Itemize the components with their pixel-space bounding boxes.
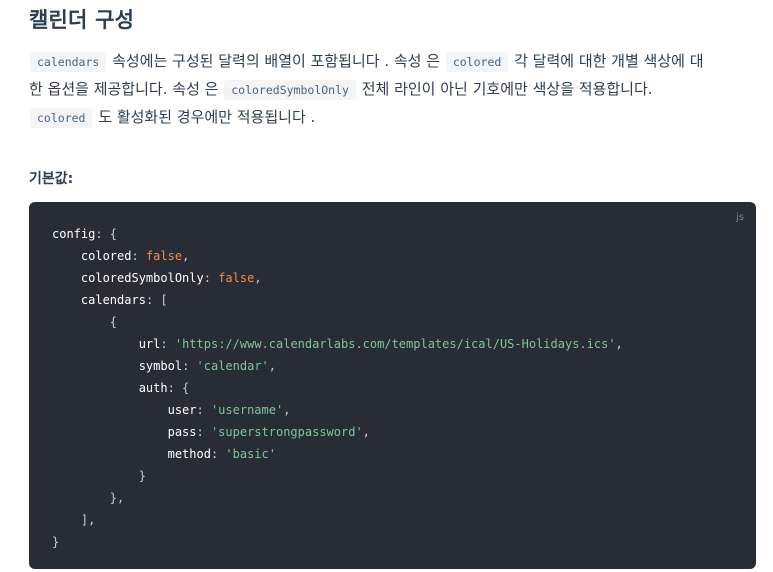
- paragraph-text: 각 달력에 대한 개별 색상에 대: [514, 52, 704, 70]
- default-value-heading: 기본값:: [29, 171, 74, 187]
- paragraph-text: 한 옵션을 제공합니다. 속성 은: [29, 80, 219, 98]
- paragraph-text: 속성에는 구성된 달력의 배열이 포함됩니다 . 속성 은: [112, 52, 441, 70]
- inline-code-colored-symbol-only: coloredSymbolOnly: [224, 80, 356, 100]
- code-block: js config: { colored: false, coloredSymb…: [29, 202, 756, 569]
- language-label: js: [736, 212, 744, 223]
- paragraph-line-3: colored 도 활성화된 경우에만 적용됩니다 .: [29, 104, 764, 132]
- paragraph-text: 전체 라인이 아닌 기호에만 색상을 적용합니다.: [361, 80, 653, 98]
- inline-code-colored: colored: [30, 108, 93, 128]
- inline-code-calendars: calendars: [30, 52, 107, 72]
- paragraph-line-1: calendars 속성에는 구성된 달력의 배열이 포함됩니다 . 속성 은 …: [29, 48, 764, 76]
- code-content: config: { colored: false, coloredSymbolO…: [52, 227, 623, 549]
- paragraph-text: 도 활성화된 경우에만 적용됩니다 .: [98, 108, 316, 126]
- section-heading: 캘린더 구성: [29, 8, 135, 32]
- paragraph-line-2: 한 옵션을 제공합니다. 속성 은 coloredSymbolOnly 전체 라…: [29, 76, 764, 104]
- inline-code-colored: colored: [445, 52, 509, 72]
- description-paragraph: calendars 속성에는 구성된 달력의 배열이 포함됩니다 . 속성 은 …: [29, 48, 764, 132]
